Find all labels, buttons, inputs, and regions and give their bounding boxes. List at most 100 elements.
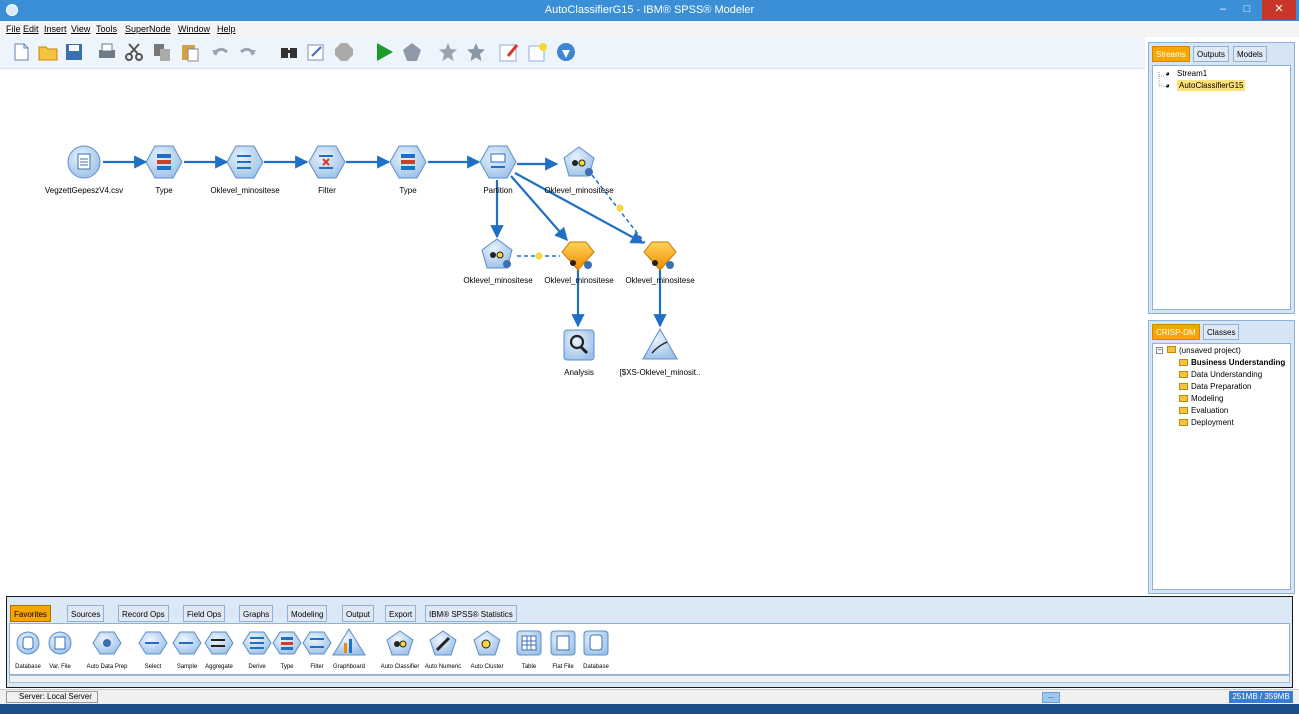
palette-type-icon xyxy=(272,631,302,655)
palette-tab-favorites[interactable]: Favorites xyxy=(10,605,51,622)
stream-canvas[interactable]: VegzettGepeszV4.csv Type Oklevel_minosit… xyxy=(6,70,1145,594)
stream-diagram[interactable] xyxy=(6,70,1145,594)
palette-item-label[interactable]: Select xyxy=(145,664,162,670)
palette-item-label[interactable]: Flat File xyxy=(552,664,573,670)
palette-item-label[interactable]: Auto Data Prep xyxy=(86,664,127,670)
tab-streams[interactable]: Streams xyxy=(1152,46,1190,62)
menu-edit[interactable]: Edit xyxy=(23,24,39,34)
collapse-icon[interactable]: − xyxy=(1156,347,1163,354)
node-analysis[interactable] xyxy=(563,329,595,361)
node-type-1[interactable] xyxy=(145,145,183,179)
help-icon[interactable] xyxy=(556,42,576,62)
new-stream-icon[interactable] xyxy=(11,42,31,62)
run-selection-icon[interactable] xyxy=(402,42,422,62)
node-filter[interactable] xyxy=(308,145,346,179)
menu-window[interactable]: Window xyxy=(178,24,210,34)
tab-models[interactable]: Models xyxy=(1233,46,1267,62)
palette-tab-sources[interactable]: Sources xyxy=(67,605,105,622)
stop-icon[interactable] xyxy=(334,42,354,62)
cut-icon[interactable] xyxy=(124,42,144,62)
palette-sample-icon xyxy=(172,631,202,655)
open-icon[interactable] xyxy=(38,42,58,62)
node-partition[interactable] xyxy=(479,145,517,179)
server-status[interactable]: Server: Local Server xyxy=(6,691,98,703)
palette-tab-modeling[interactable]: Modeling xyxy=(287,605,328,622)
palette-tab-record-ops[interactable]: Record Ops xyxy=(118,605,169,622)
tab-outputs[interactable]: Outputs xyxy=(1193,46,1230,62)
annotation-icon[interactable] xyxy=(499,42,519,62)
menu-supernode[interactable]: SuperNode xyxy=(125,24,171,34)
find-icon[interactable] xyxy=(279,42,299,62)
crisp-item-evaluation[interactable]: Evaluation xyxy=(1191,406,1228,415)
menu-file[interactable]: File xyxy=(6,24,21,34)
palette-tab-export[interactable]: Export xyxy=(385,605,417,622)
palette-tab-output[interactable]: Output xyxy=(342,605,375,622)
node-derive-1[interactable] xyxy=(226,145,264,179)
crisp-item-business[interactable]: Business Understanding xyxy=(1191,358,1285,367)
stream-item-autoclassifierg15[interactable]: AutoClassifierG15 xyxy=(1177,80,1246,91)
print-icon[interactable] xyxy=(97,42,117,62)
stream-item-stream1[interactable]: Stream1 xyxy=(1177,69,1207,78)
node-auto-classifier-1[interactable] xyxy=(563,146,595,177)
add-comment-icon[interactable] xyxy=(528,42,548,62)
menu-help[interactable]: Help xyxy=(217,24,236,34)
run-icon[interactable] xyxy=(374,42,394,62)
node-label: Oklevel_minositese xyxy=(625,276,695,285)
node-model-nugget-2[interactable] xyxy=(643,241,677,271)
palette-item-label[interactable]: Var. File xyxy=(49,664,71,670)
edit-icon[interactable] xyxy=(306,42,326,62)
tab-crisp-dm[interactable]: CRISP-DM xyxy=(1152,324,1200,340)
folder-icon xyxy=(1179,371,1188,378)
palette-body: Database Var. File Auto Data Prep Select… xyxy=(9,623,1290,675)
minimize-icon[interactable]: – xyxy=(1212,0,1234,20)
palette-item-label[interactable]: Auto Cluster xyxy=(470,664,503,670)
palette-scrollbar[interactable] xyxy=(9,675,1290,683)
palette-item-label[interactable]: Filter xyxy=(310,664,323,670)
tab-classes[interactable]: Classes xyxy=(1203,324,1240,340)
palette-item-label[interactable]: Auto Numeric xyxy=(425,664,461,670)
menu-view[interactable]: View xyxy=(71,24,90,34)
palette-item-label[interactable]: Database xyxy=(15,664,41,670)
node-source-var-file[interactable] xyxy=(67,145,101,179)
undo-icon[interactable] xyxy=(210,42,230,62)
paste-icon[interactable] xyxy=(180,42,200,62)
palette-tab-field-ops[interactable]: Field Ops xyxy=(183,605,226,622)
palette-auto-data-prep-icon xyxy=(92,631,122,655)
palette-auto-numeric-icon xyxy=(429,630,457,656)
palette-item-label[interactable]: Type xyxy=(280,664,293,670)
palette-item-label[interactable]: Graphboard xyxy=(333,664,365,670)
save-icon[interactable] xyxy=(64,42,84,62)
project-root[interactable]: (unsaved project) xyxy=(1179,346,1241,355)
palette-tab-graphs[interactable]: Graphs xyxy=(239,605,274,622)
status-bar: Server: Local Server ... 251MB / 359MB xyxy=(0,689,1299,704)
palette-item-label[interactable]: Auto Classifier xyxy=(381,664,420,670)
toolbar xyxy=(0,37,1145,69)
memory-usage[interactable]: 251MB / 359MB xyxy=(1229,691,1293,703)
node-auto-classifier-2[interactable] xyxy=(481,238,513,269)
palette-item-label[interactable]: Derive xyxy=(248,664,265,670)
crisp-item-deployment[interactable]: Deployment xyxy=(1191,418,1234,427)
close-icon[interactable]: ✕ xyxy=(1262,0,1296,20)
redo-icon[interactable] xyxy=(238,42,258,62)
palette-item-label[interactable]: Table xyxy=(522,664,536,670)
palette-item-label[interactable]: Aggregate xyxy=(205,664,233,670)
node-evaluation[interactable] xyxy=(642,327,678,360)
palette-item-label[interactable]: Database xyxy=(583,664,609,670)
menu-insert[interactable]: Insert xyxy=(44,24,67,34)
favorite-2-icon[interactable] xyxy=(466,42,486,62)
crisp-item-data-understanding[interactable]: Data Understanding xyxy=(1191,370,1262,379)
favorite-icon[interactable] xyxy=(438,42,458,62)
crisp-item-data-preparation[interactable]: Data Preparation xyxy=(1191,382,1251,391)
palette-item-label[interactable]: Sample xyxy=(177,664,197,670)
status-ellipsis-button[interactable]: ... xyxy=(1042,692,1060,703)
menu-tools[interactable]: Tools xyxy=(96,24,117,34)
palette-icons xyxy=(16,628,609,656)
copy-icon[interactable] xyxy=(152,42,172,62)
maximize-icon[interactable]: □ xyxy=(1236,0,1258,20)
palette-tab-ibm-statistics[interactable]: IBM® SPSS® Statistics xyxy=(425,605,517,622)
link-partition-nugget2 xyxy=(514,172,645,244)
crisp-item-modeling[interactable]: Modeling xyxy=(1191,394,1223,403)
node-type-2[interactable] xyxy=(389,145,427,179)
folder-icon xyxy=(1179,419,1188,426)
node-model-nugget-1[interactable] xyxy=(561,241,595,271)
